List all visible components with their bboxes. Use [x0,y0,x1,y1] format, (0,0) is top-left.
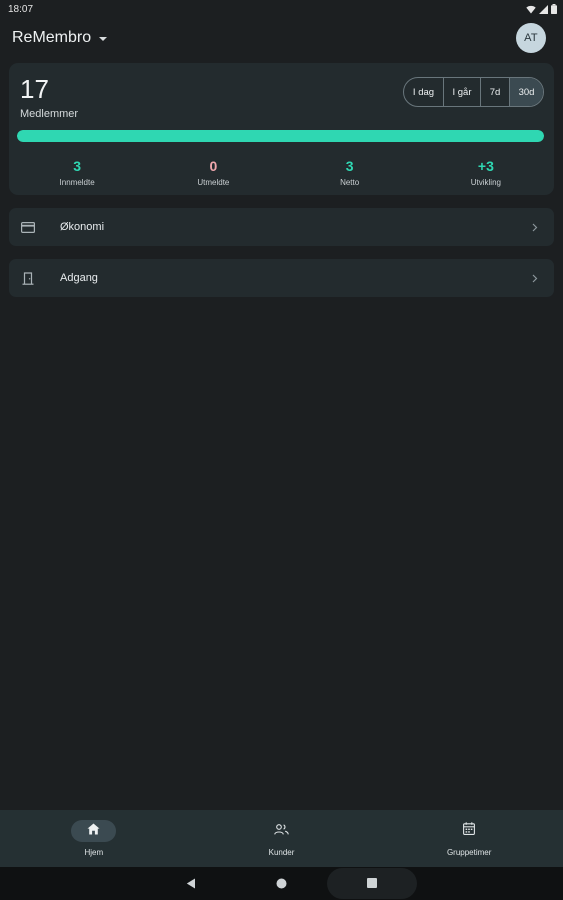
bottom-nav-customers[interactable]: Kunder [188,810,376,867]
stat-development-label: Utvikling [470,178,501,187]
avatar[interactable]: AT [516,23,546,53]
wifi-icon [526,5,536,14]
bottom-nav-group-classes-label: Gruppetimer [446,848,492,857]
stat-enrolled-value: 3 [73,158,82,174]
signal-icon [539,4,548,14]
status-bar: 18:07 [0,0,563,18]
bottom-nav-customers-indicator [259,820,304,842]
battery-icon [551,4,557,14]
members-count: 17 [20,74,49,104]
members-label: Medlemmer [20,108,79,120]
range-button-yesterday[interactable]: I går [443,78,480,106]
bottom-nav-group-classes[interactable]: Gruppetimer [375,810,563,867]
stat-enrolled-label: Innmeldte [59,178,95,187]
home-button-icon[interactable] [276,878,287,889]
menu-item-economy-label: Økonomi [60,221,105,233]
bottom-nav-customers-label: Kunder [268,848,295,857]
stat-enrolled: 3 Innmeldte [9,158,145,190]
home-icon [87,822,100,840]
range-button-7d[interactable]: 7d [480,78,509,106]
calendar-icon [463,822,476,840]
org-selector[interactable]: ReMembro [12,29,108,47]
members-progress-fill [17,130,544,142]
stats-row: 3 Innmeldte 0 Utmeldte 3 Netto +3 Utvikl… [9,158,554,190]
stat-development-value: +3 [477,158,494,174]
stat-unenrolled-value: 0 [209,158,218,174]
range-button-today[interactable]: I dag [404,78,443,106]
card-icon [20,219,36,235]
bottom-nav-home[interactable]: Hjem [0,810,188,867]
stat-unenrolled: 0 Utmeldte [145,158,281,190]
stat-net-label: Netto [340,178,360,187]
stat-unenrolled-label: Utmeldte [197,178,230,187]
chevron-right-icon [532,274,538,283]
range-button-30d[interactable]: 30d [509,78,543,106]
stat-development: +3 Utvikling [418,158,554,190]
bottom-nav-home-indicator [71,820,117,842]
chevron-right-icon [532,223,538,232]
bottom-navigation: Hjem Kunder Gruppetimer [0,810,563,867]
bottom-nav-home-label: Hjem [84,848,104,857]
people-icon [274,822,289,840]
door-icon [20,270,36,286]
menu-item-access[interactable]: Adgang [9,259,554,297]
app-screen: 18:07 ReMembro AT 17 Medlemmer I dag I g… [0,0,563,900]
system-navigation-bar [0,867,563,900]
org-name: ReMembro [12,29,92,46]
members-stats-card: 17 Medlemmer I dag I går 7d 30d 3 Innmel… [9,63,554,195]
members-progress-bar [17,130,544,142]
stat-net: 3 Netto [282,158,418,190]
app-bar: ReMembro AT [0,20,563,56]
status-time: 18:07 [8,3,34,15]
bottom-nav-group-classes-indicator [447,820,492,842]
recent-apps-icon[interactable] [367,878,377,888]
stat-net-value: 3 [345,158,354,174]
menu-item-economy[interactable]: Økonomi [9,208,554,246]
range-toggle: I dag I går 7d 30d [403,77,544,107]
status-icons [526,4,557,14]
dropdown-caret-icon [99,37,108,41]
back-icon[interactable] [186,878,196,889]
menu-item-access-label: Adgang [60,272,98,284]
